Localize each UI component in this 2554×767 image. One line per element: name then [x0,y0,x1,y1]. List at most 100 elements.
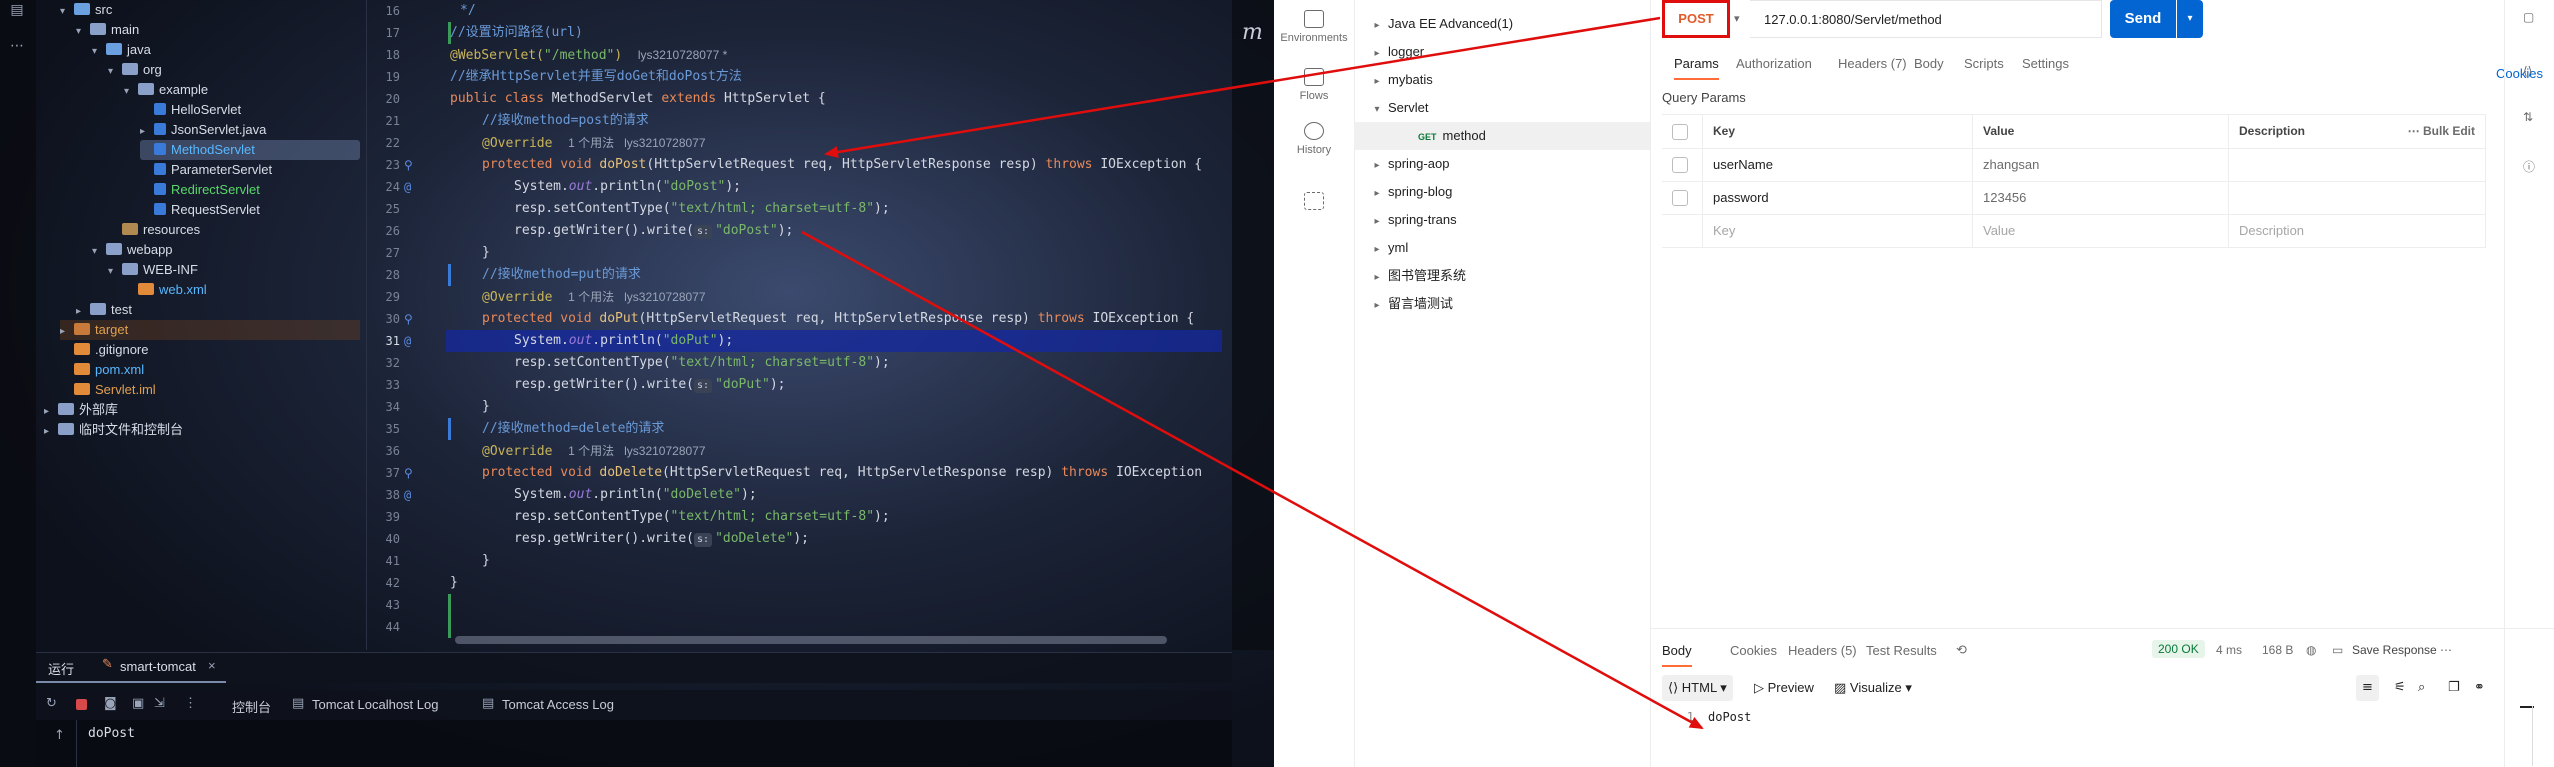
tab-authorization[interactable]: Authorization [1736,56,1812,71]
param-key[interactable]: userName [1702,148,1972,181]
collection-item[interactable]: ▸ 留言墙测试 [1354,290,1650,318]
chevron-right-icon[interactable]: ▸ [1366,292,1388,320]
param-description[interactable] [2228,148,2486,181]
chevron-right-icon[interactable]: ▸ [60,322,74,342]
console-output[interactable]: ↑ doPost [36,720,1232,767]
resp-tab-cookies[interactable]: Cookies [1730,643,1777,658]
tab-localhost-log[interactable]: Tomcat Localhost Log [312,697,438,712]
collection-item[interactable]: ▸ spring-aop [1354,150,1650,178]
format-select[interactable]: ⟨⟩ HTML ▾ [1662,675,1733,701]
param-key[interactable]: password [1702,181,1972,214]
select-all-checkbox[interactable] [1672,124,1688,140]
rail-flows[interactable]: Flows [1274,68,1354,102]
chevron-down-icon[interactable]: ▾ [92,42,106,62]
chevron-down-icon[interactable]: ▾ [124,82,138,102]
tree-item[interactable]: web.xml [124,280,207,300]
tree-item[interactable]: ▸ 外部库 [44,400,118,420]
new-value-input[interactable]: Value [1972,214,2228,247]
tree-item[interactable]: Servlet.iml [60,380,156,400]
chevron-right-icon[interactable]: ▸ [1366,208,1388,236]
response-body[interactable]: 1 doPost [1662,706,2542,766]
comment-icon[interactable]: ▢ [2523,10,2537,24]
tab-access-log[interactable]: Tomcat Access Log [502,697,614,712]
info-icon[interactable]: ⓘ [2523,158,2537,174]
chevron-right-icon[interactable]: ▸ [1366,264,1388,292]
collection-item[interactable]: ▸ yml [1354,234,1650,262]
tree-item[interactable]: resources [108,220,200,240]
chevron-right-icon[interactable]: ▸ [44,402,58,422]
chevron-right-icon[interactable]: ▸ [1366,236,1388,264]
response-size[interactable]: 168 B [2262,643,2293,657]
resp-tab-tests[interactable]: Test Results [1866,643,1937,658]
code-icon[interactable]: ⟨⟩ [2523,64,2537,78]
chevron-right-icon[interactable]: ▸ [1366,12,1388,40]
collection-item[interactable]: ▸ 图书管理系统 [1354,262,1650,290]
tree-item[interactable]: RequestServlet [140,200,260,220]
tree-item[interactable]: ParameterServlet [140,160,272,180]
related-icon[interactable]: ⇅ [2523,110,2537,124]
resp-tab-headers[interactable]: Headers (5) [1788,643,1857,658]
tree-item[interactable]: ▾ java [92,40,151,60]
send-options-button[interactable]: ▾ [2177,0,2203,38]
tree-item[interactable]: ▾ main [76,20,139,40]
chevron-down-icon[interactable]: ▾ [92,242,106,262]
more-icon[interactable]: ⋯ [2440,643,2452,657]
rail-history[interactable]: History [1274,122,1354,156]
copy-icon[interactable]: ❐ [2442,675,2466,701]
tree-item[interactable]: HelloServlet [140,100,241,120]
tab-settings[interactable]: Settings [2022,56,2069,71]
chevron-right-icon[interactable]: ▸ [44,422,58,442]
tree-item[interactable]: ▾ WEB-INF [108,260,198,280]
resp-tab-body[interactable]: Body [1662,643,1692,667]
chevron-down-icon[interactable]: ▾ [76,22,90,42]
response-time[interactable]: 4 ms [2216,643,2242,657]
tree-item[interactable]: .gitignore [60,340,148,360]
tree-item[interactable]: ▸ JsonServlet.java [140,120,266,140]
param-description[interactable] [2228,181,2486,214]
override-gutter-icon[interactable]: ⚲ @ [404,308,426,348]
chevron-right-icon[interactable]: ▸ [1366,40,1388,68]
tree-item[interactable]: ▾ example [124,80,208,100]
chevron-right-icon[interactable]: ▸ [140,122,154,142]
camera-icon[interactable]: ◙ [104,696,117,711]
collection-item[interactable]: ▸ mybatis [1354,66,1650,94]
chevron-down-icon[interactable]: ▾ [60,2,74,22]
tree-item[interactable]: pom.xml [60,360,144,380]
tab-body[interactable]: Body [1914,56,1944,71]
override-gutter-icon[interactable]: ⚲ @ [404,154,426,194]
link-icon[interactable]: ⚭ [2468,675,2491,701]
preview-button[interactable]: ▷ Preview [1748,675,1820,701]
tab-console[interactable]: 控制台 [232,697,271,716]
tab-params[interactable]: Params [1674,56,1719,80]
exit-icon[interactable]: ⇲ [154,696,165,711]
collection-item[interactable]: ▸ spring-trans [1354,206,1650,234]
param-checkbox[interactable] [1672,157,1688,173]
chevron-down-icon[interactable]: ▾ [108,62,122,82]
close-icon[interactable]: × [208,658,216,673]
collection-item[interactable]: ▾ Servlet [1354,94,1650,122]
project-icon[interactable]: ▤ [8,2,26,20]
more-icon[interactable]: ⋯ [8,38,26,56]
url-input[interactable]: 127.0.0.1:8080/Servlet/method [1750,0,2102,38]
new-description-input[interactable]: Description [2228,214,2486,247]
tab-headers[interactable]: Headers (7) [1838,56,1907,71]
chevron-right-icon[interactable]: ▸ [1366,68,1388,96]
tree-item[interactable]: MethodServlet [140,140,360,160]
tree-item[interactable]: ▾ org [108,60,162,80]
tree-item[interactable]: RedirectServlet [140,180,260,200]
tab-scripts[interactable]: Scripts [1964,56,2004,71]
tree-item[interactable]: ▾ webapp [92,240,173,260]
chevron-right-icon[interactable]: ▸ [1366,180,1388,208]
collection-item[interactable]: ▸ Java EE Advanced(1) [1354,10,1650,38]
bulk-edit-button[interactable]: ⋯ Bulk Edit [2408,115,2475,148]
more-icon[interactable]: ⋮ [184,695,197,711]
param-value[interactable]: zhangsan [1972,148,2228,181]
chevron-down-icon[interactable]: ▾ [1734,12,1740,25]
filter-icon[interactable]: ⚟ [2388,675,2412,701]
scroll-up-icon[interactable]: ↑ [54,728,65,743]
status-badge[interactable]: 200 OK [2152,640,2205,658]
send-button[interactable]: Send [2110,0,2176,38]
wrap-icon[interactable]: ≡ [2356,675,2379,701]
rail-more[interactable] [1274,192,1354,214]
search-icon[interactable]: ⌕ [2412,675,2431,701]
